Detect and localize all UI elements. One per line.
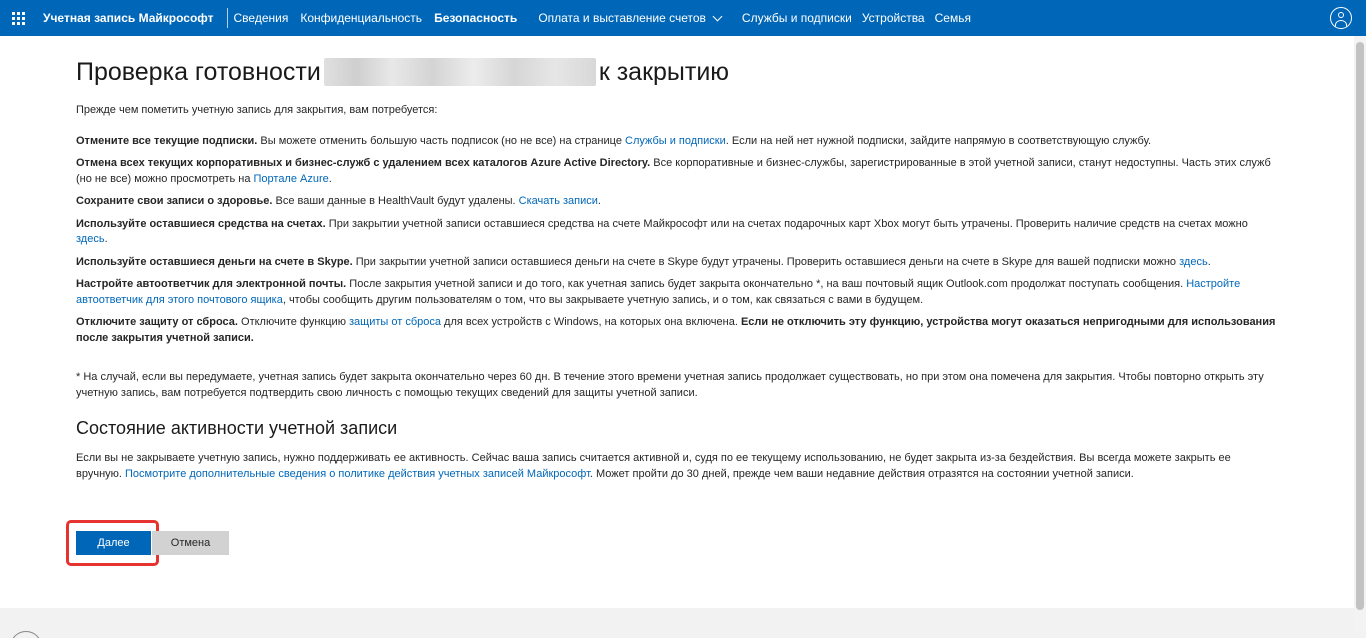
download-records-link[interactable]: Скачать записи: [519, 195, 598, 207]
top-navigation-bar: Учетная запись Майкрософт Сведения Конфи…: [0, 0, 1366, 36]
cancel-button[interactable]: Отмена: [152, 531, 229, 555]
activity-policy-link[interactable]: Посмотрите дополнительные сведения о пол…: [125, 468, 590, 480]
nav-item-info[interactable]: Сведения: [234, 0, 289, 36]
nav-item-services[interactable]: Службы и подписки: [742, 0, 852, 36]
scrollbar-thumb[interactable]: [1356, 42, 1364, 610]
checklist-item-skype: Используйте оставшиеся деньги на счете в…: [76, 255, 1211, 268]
brand-link[interactable]: Учетная запись Майкрософт: [43, 11, 214, 25]
skype-here-link[interactable]: здесь: [1179, 256, 1208, 268]
waffle-icon: [11, 11, 25, 25]
reset-protection-link[interactable]: защиты от сброса: [349, 316, 441, 328]
page-scrollbar[interactable]: [1354, 36, 1366, 638]
services-subscriptions-link[interactable]: Службы и подписки: [625, 135, 726, 147]
checklist-item-balance: Используйте оставшиеся средства на счета…: [76, 217, 1248, 246]
globe-icon[interactable]: [10, 631, 42, 638]
nav-item-privacy[interactable]: Конфиденциальность: [300, 0, 422, 36]
nav-item-security[interactable]: Безопасность: [434, 0, 517, 36]
nav-divider: [226, 8, 228, 28]
checklist-item-subscriptions: Отмените все текущие подписки. Вы можете…: [76, 134, 1152, 147]
app-launcher-button[interactable]: [1, 0, 35, 36]
checklist-item-autoreply: Настройте автоответчик для электронной п…: [76, 278, 1241, 306]
chevron-down-icon: [712, 11, 723, 21]
page-title-prefix: Проверка готовности: [76, 57, 321, 86]
nav-item-billing-label: Оплата и выставление счетов: [538, 11, 706, 25]
azure-portal-link[interactable]: Портале Azure: [254, 173, 329, 185]
main-content: Проверка готовности к закрытию Прежде че…: [76, 54, 1276, 482]
checklist-item-azure: Отмена всех текущих корпоративных и бизн…: [76, 157, 1271, 185]
page-footer: [0, 608, 1354, 638]
main-nav: Сведения Конфиденциальность Безопасность…: [234, 0, 971, 36]
nav-item-family[interactable]: Семья: [935, 0, 971, 36]
checklist-item-reset-protection: Отключите защиту от сброса. Отключите фу…: [76, 316, 1276, 344]
next-button[interactable]: Далее: [76, 531, 151, 555]
activity-heading: Состояние активности учетной записи: [76, 418, 398, 438]
intro-text: Прежде чем пометить учетную запись для з…: [76, 104, 438, 116]
closure-footnote: * На случай, если вы передумаете, учетна…: [76, 371, 1264, 399]
balance-here-link[interactable]: здесь: [76, 233, 105, 245]
nav-item-devices[interactable]: Устройства: [862, 0, 925, 36]
page-title-suffix: к закрытию: [598, 57, 730, 86]
nav-item-billing[interactable]: Оплата и выставление счетов: [538, 0, 723, 36]
action-buttons: Далее Отмена: [76, 531, 229, 555]
redacted-account-name: [323, 58, 596, 86]
page-title: Проверка готовности к закрытию: [76, 54, 1276, 90]
checklist-item-health: Сохраните свои записи о здоровье. Все ва…: [76, 195, 601, 207]
activity-text: Если вы не закрываете учетную запись, ну…: [76, 452, 1231, 480]
avatar-icon[interactable]: [1330, 7, 1352, 29]
